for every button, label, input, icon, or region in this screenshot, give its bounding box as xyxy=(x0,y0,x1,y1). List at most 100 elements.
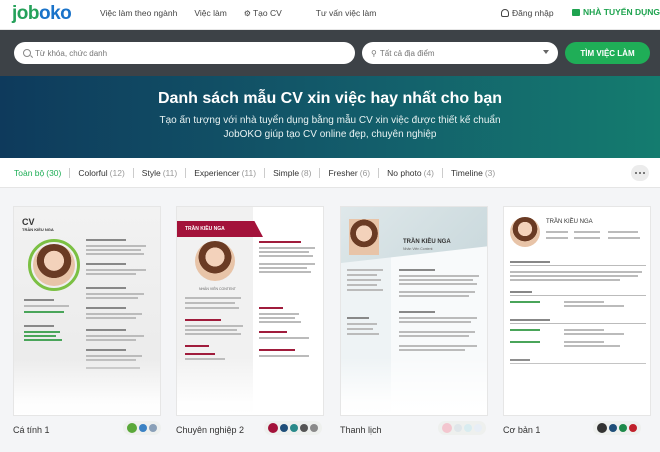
filter-bar: Toàn bộ (30) Colorful (12) Style (11) Exper… xyxy=(0,158,660,188)
swatch-light-blue[interactable] xyxy=(474,424,482,432)
location-input[interactable] xyxy=(379,48,558,58)
dot xyxy=(642,171,646,175)
nav-link-jobs-by-industry[interactable]: Việc làm theo ngành xyxy=(100,8,177,18)
keyword-input[interactable] xyxy=(35,48,355,58)
hero-subtitle-line-2: JobOKO giúp tạo CV online đẹp, chuyên ng… xyxy=(223,129,437,140)
search-icon xyxy=(23,49,31,57)
hero-subtitle-line-1: Tạo ấn tượng với nhà tuyển dụng bằng mẫu… xyxy=(159,115,501,126)
cv-card-thanh-lich[interactable]: TRẦN KIỀU NGA Nhân Viên Content xyxy=(340,206,488,416)
swatch-navy[interactable] xyxy=(280,424,288,432)
nav-link-jobs[interactable]: Việc làm xyxy=(194,8,226,18)
briefcase-icon xyxy=(572,8,580,16)
nav-links: Việc làm theo ngành Việc làm ⚙ Tạo CV Tư … xyxy=(100,8,393,18)
color-swatches xyxy=(123,421,161,435)
more-options-button[interactable] xyxy=(631,165,649,181)
divider xyxy=(132,168,134,178)
filter-fresher[interactable]: Fresher (6) xyxy=(328,168,370,178)
employer-link[interactable]: NHÀ TUYỂN DỤNG xyxy=(572,7,660,17)
filter-no-photo[interactable]: No photo (4) xyxy=(387,168,434,178)
user-icon xyxy=(501,9,509,17)
swatch-dark-gray[interactable] xyxy=(300,424,308,432)
gear-icon: ⚙ xyxy=(243,8,251,18)
swatch-pink[interactable] xyxy=(442,423,452,433)
swatch-crimson[interactable] xyxy=(268,423,278,433)
filter-label: Style xyxy=(141,168,161,178)
filter-timeline[interactable]: Timeline (3) xyxy=(451,168,495,178)
search-bar: ⚲ TÌM VIỆC LÀM xyxy=(0,30,660,76)
filter-label: Timeline xyxy=(451,168,483,178)
dot xyxy=(638,171,642,175)
filter-colorful[interactable]: Colorful (12) xyxy=(78,168,124,178)
cv-card-chuyen-nghiep-2[interactable]: TRẦN KIỀU NGA NHÂN VIÊN CONTENT xyxy=(176,206,324,416)
color-swatches xyxy=(593,421,641,435)
login-label: Đăng nhập xyxy=(512,8,554,18)
cv-card-label[interactable]: Cá tính 1 xyxy=(13,425,50,435)
filter-simple[interactable]: Simple (8) xyxy=(273,168,311,178)
filter-count: (30) xyxy=(46,168,62,178)
login-link[interactable]: Đăng nhập xyxy=(501,8,554,18)
cv-card-label[interactable]: Cơ bản 1 xyxy=(503,425,540,435)
filter-label: Colorful xyxy=(78,168,108,178)
thumb-name: TRẦN KIỀU NGA xyxy=(185,226,225,232)
filter-count: (12) xyxy=(109,168,125,178)
thumb-role: NHÂN VIÊN CONTENT xyxy=(199,287,236,291)
location-select[interactable]: ⚲ xyxy=(362,42,558,64)
filter-all[interactable]: Toàn bộ (30) xyxy=(14,168,61,178)
swatch-black[interactable] xyxy=(597,423,607,433)
top-nav: joboko Việc làm theo ngành Việc làm ⚙ Tạo… xyxy=(0,0,660,30)
avatar xyxy=(510,217,540,247)
swatch-light-cyan[interactable] xyxy=(464,424,472,432)
cv-thumbnail: TRẦN KIỀU NGA xyxy=(504,207,650,415)
cv-thumbnail: TRẦN KIỀU NGA Nhân Viên Content xyxy=(341,207,487,415)
page-title: Danh sách mẫu CV xin việc hay nhất cho b… xyxy=(157,90,503,107)
divider xyxy=(264,168,266,178)
nav-link-create-cv[interactable]: ⚙ Tạo CV xyxy=(244,8,299,18)
divider xyxy=(185,168,187,178)
cv-template-grid: CV TRẦN KIỀU NGA Cá tính 1 TRẦN KIỀU NGA… xyxy=(0,188,660,452)
filter-style[interactable]: Style (11) xyxy=(142,168,177,178)
swatch-green[interactable] xyxy=(619,424,627,432)
nav-link-create-cv-label: Tạo CV xyxy=(252,8,282,18)
filter-count: (4) xyxy=(423,168,435,178)
cv-thumbnail: TRẦN KIỀU NGA NHÂN VIÊN CONTENT xyxy=(177,207,323,415)
find-jobs-button[interactable]: TÌM VIỆC LÀM xyxy=(565,42,650,64)
cv-card-label[interactable]: Thanh lịch xyxy=(340,425,382,435)
filter-experiencer[interactable]: Experiencer (11) xyxy=(194,168,256,178)
filter-tabs: Toàn bộ (30) Colorful (12) Style (11) Exper… xyxy=(14,168,495,178)
color-swatches xyxy=(438,421,486,435)
joboko-logo[interactable]: joboko xyxy=(12,3,72,25)
filter-label: No photo xyxy=(387,168,422,178)
filter-count: (11) xyxy=(162,168,178,178)
swatch-blue[interactable] xyxy=(139,424,147,432)
hero-banner: Danh sách mẫu CV xin việc hay nhất cho b… xyxy=(0,76,660,158)
filter-label: Experiencer xyxy=(194,168,240,178)
divider xyxy=(69,168,71,178)
filter-count: (6) xyxy=(359,168,371,178)
cv-card-ca-tinh-1[interactable]: CV TRẦN KIỀU NGA xyxy=(13,206,161,416)
divider xyxy=(319,168,321,178)
divider xyxy=(442,168,444,178)
cv-card-co-ban-1[interactable]: TRẦN KIỀU NGA xyxy=(503,206,651,416)
cv-card-label[interactable]: Chuyên nghiệp 2 xyxy=(176,425,244,435)
swatch-red[interactable] xyxy=(629,424,637,432)
hero-subtitle: Tạo ấn tượng với nhà tuyển dụng bằng mẫu… xyxy=(0,114,660,142)
chevron-down-icon xyxy=(543,50,549,54)
swatch-light-gray[interactable] xyxy=(454,424,462,432)
filter-count: (3) xyxy=(484,168,496,178)
dot xyxy=(634,171,638,175)
filter-count: (11) xyxy=(241,168,257,178)
swatch-gray-blue[interactable] xyxy=(149,424,157,432)
cv-thumbnail: CV TRẦN KIỀU NGA xyxy=(14,207,160,415)
swatch-gray[interactable] xyxy=(310,424,318,432)
keyword-field[interactable] xyxy=(14,42,355,64)
avatar xyxy=(349,219,379,255)
filter-label: Simple xyxy=(273,168,300,178)
swatch-teal[interactable] xyxy=(290,424,298,432)
employer-label: NHÀ TUYỂN DỤNG xyxy=(583,7,660,17)
thumb-role: Nhân Viên Content xyxy=(403,247,433,251)
swatch-navy[interactable] xyxy=(609,424,617,432)
thumb-name: TRẦN KIỀU NGA xyxy=(22,227,54,232)
nav-link-career-advice[interactable]: Tư vấn việc làm xyxy=(316,8,376,18)
swatch-green[interactable] xyxy=(127,423,137,433)
filter-count: (8) xyxy=(301,168,312,178)
